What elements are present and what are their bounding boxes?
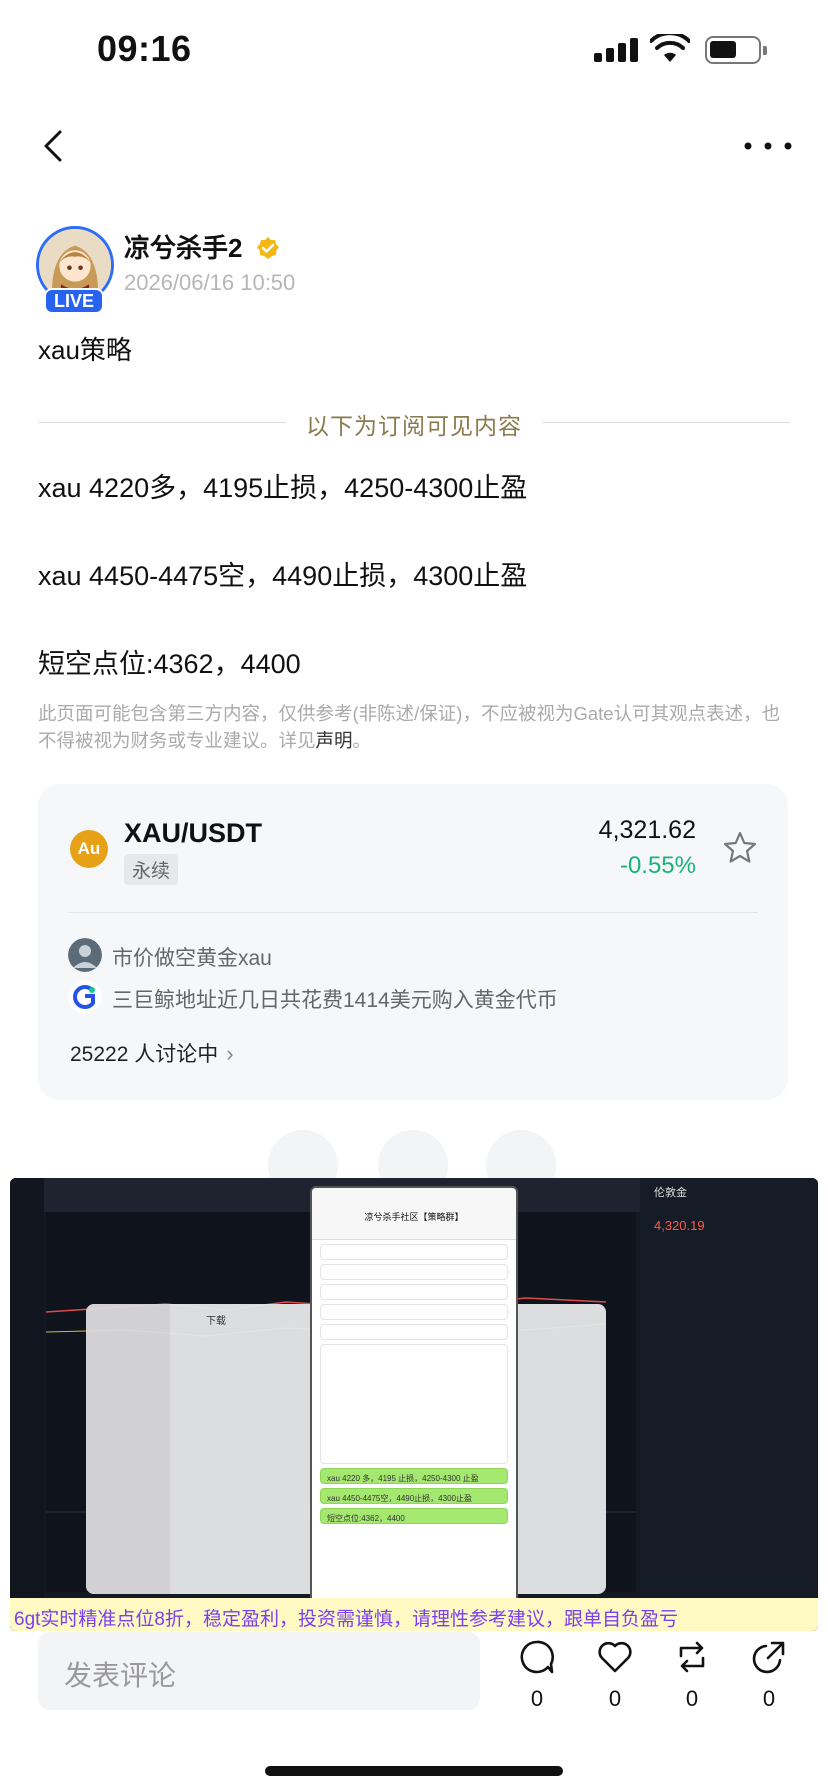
status-time: 09:16 bbox=[97, 28, 192, 69]
comment-button[interactable]: 0 bbox=[512, 1638, 562, 1718]
share-button[interactable]: 0 bbox=[744, 1638, 794, 1718]
share-arrow-icon bbox=[752, 1641, 785, 1674]
overlay-sidebar bbox=[10, 1178, 44, 1631]
disclaimer-text: 此页面可能包含第三方内容，仅供参考(非陈述/保证)，不应被视为Gate认可其观点… bbox=[38, 703, 781, 751]
pair-price: 4,321.62 bbox=[598, 816, 696, 844]
status-bar: 09:16 bbox=[0, 0, 828, 100]
overlay-file-sidebar bbox=[86, 1304, 170, 1594]
card-divider bbox=[68, 912, 758, 913]
disclaimer-end: 。 bbox=[352, 730, 372, 751]
overlay-chat-msg bbox=[320, 1324, 508, 1340]
overlay-panel-title: 伦敦金 bbox=[654, 1187, 687, 1199]
disclaimer: 此页面可能包含第三方内容，仅供参考(非陈述/保证)，不应被视为Gate认可其观点… bbox=[38, 700, 788, 754]
overlay-chat-msg bbox=[320, 1344, 508, 1464]
star-favorite-icon[interactable] bbox=[722, 830, 758, 866]
post-line-2: xau 4450-4475空，4490止损，4300止盈 bbox=[38, 561, 528, 591]
repost-count: 0 bbox=[685, 1686, 699, 1711]
overlay-banner: 6gt实时精准点位8折，稳定盈利，投资需谨慎，请理性参考建议，跟单自负盈亏 bbox=[10, 1598, 818, 1631]
overlay-chat-msg bbox=[320, 1304, 508, 1320]
live-badge: LIVE bbox=[44, 288, 104, 314]
wifi-icon bbox=[650, 34, 690, 62]
overlay-chat-title: 凉兮杀手社区【策略群】 bbox=[364, 1212, 464, 1222]
overlay-chat-header: 凉兮杀手社区【策略群】 bbox=[312, 1188, 516, 1240]
post-timestamp: 2026/06/16 10:50 bbox=[124, 270, 296, 295]
battery-icon bbox=[705, 36, 767, 64]
comment-bubble-icon bbox=[520, 1640, 555, 1674]
comment-placeholder: 发表评论 bbox=[64, 1660, 177, 1691]
repost-icon bbox=[679, 1641, 705, 1673]
like-button[interactable]: 0 bbox=[590, 1638, 640, 1718]
subscriber-divider-text: 以下为订阅可见内容 bbox=[306, 413, 522, 439]
back-arrow-icon[interactable] bbox=[36, 124, 72, 168]
cellular-signal-icon bbox=[594, 38, 640, 62]
gold-coin-icon: Au bbox=[70, 830, 108, 868]
home-indicator bbox=[265, 1766, 563, 1776]
user-avatar-icon bbox=[68, 938, 102, 972]
discussion-link[interactable]: 25222 人讨论中 › bbox=[70, 1038, 234, 1068]
overlay-chat-msg bbox=[320, 1264, 508, 1280]
comment-input[interactable]: 发表评论 bbox=[38, 1632, 480, 1710]
post-title: xau策略 bbox=[38, 335, 132, 365]
verified-badge-icon bbox=[257, 237, 279, 259]
topic-item[interactable]: 市价做空黄金xau bbox=[68, 938, 758, 974]
overlay-chat-phone: 凉兮杀手社区【策略群】 xau 4220 多，4195 止损，4250-4300… bbox=[310, 1186, 518, 1631]
overlay-chat-strategy: xau 4220 多，4195 止损，4250-4300 止盈 bbox=[320, 1468, 508, 1484]
topic-text: 市价做空黄金xau bbox=[112, 947, 272, 970]
subscriber-divider: 以下为订阅可见内容 bbox=[38, 404, 790, 440]
share-count: 0 bbox=[762, 1686, 776, 1711]
market-card[interactable]: Au XAU/USDT 永续 4,321.62 -0.55% 市价做空黄金xau… bbox=[38, 784, 788, 1100]
like-count: 0 bbox=[608, 1686, 622, 1711]
disclaimer-link[interactable]: 声明 bbox=[316, 730, 353, 751]
post-line-1: xau 4220多，4195止损，4250-4300止盈 bbox=[38, 473, 528, 503]
overlay-chat-msg bbox=[320, 1244, 508, 1260]
repost-button[interactable]: 0 bbox=[667, 1638, 717, 1718]
comment-count: 0 bbox=[530, 1686, 544, 1711]
pair-change: -0.55% bbox=[619, 852, 696, 879]
perpetual-tag: 永续 bbox=[124, 854, 179, 885]
author-name[interactable]: 凉兮杀手2 bbox=[124, 228, 242, 265]
more-options-icon[interactable] bbox=[740, 128, 796, 164]
overlay-banner-text: 6gt实时精准点位8折，稳定盈利，投资需谨慎，请理性参考建议，跟单自负盈亏 bbox=[14, 1609, 678, 1630]
topic-text: 三巨鲸地址近几日共花费1414美元购入黄金代币 bbox=[112, 989, 558, 1012]
overlay-chat-msg bbox=[320, 1284, 508, 1300]
pair-name: XAU/USDT bbox=[124, 818, 263, 848]
overlay-right-panel: 伦敦金 4,320.19 bbox=[640, 1178, 818, 1631]
overlay-file-title: 下载 bbox=[206, 1316, 226, 1327]
chevron-right-icon: › bbox=[226, 1041, 234, 1066]
author-avatar[interactable]: LIVE bbox=[36, 226, 116, 316]
overlay-panel-price: 4,320.19 bbox=[654, 1218, 705, 1233]
topic-item[interactable]: 三巨鲸地址近几日共花费1414美元购入黄金代币 bbox=[68, 980, 758, 1016]
overlay-chat-strategy: 短空点位:4362，4400 bbox=[320, 1508, 508, 1524]
overlay-chat-strategy: xau 4450-4475空，4490止损，4300止盈 bbox=[320, 1488, 508, 1504]
gate-news-logo-icon bbox=[68, 980, 102, 1014]
heart-icon bbox=[598, 1641, 632, 1673]
embedded-screenshot[interactable]: 伦敦金 4,320.19 下载 凉兮杀手社区【策略群】 xau 4220 多，4… bbox=[10, 1178, 818, 1631]
post-line-3: 短空点位:4362，4400 bbox=[38, 649, 301, 679]
discussion-count: 25222 人讨论中 bbox=[70, 1043, 219, 1066]
